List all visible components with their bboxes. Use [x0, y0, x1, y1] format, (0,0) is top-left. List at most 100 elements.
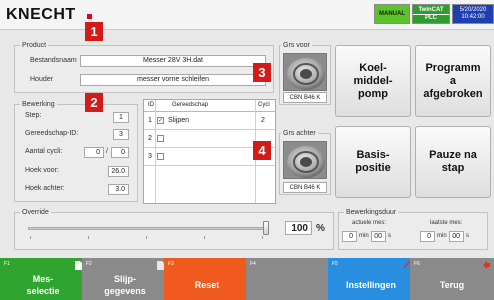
datetime-badge: 5/20/2020 10:42:00: [452, 4, 494, 24]
back-wheel-panel[interactable]: Grs achter CBN B46 K: [279, 130, 331, 195]
program-aborted-button[interactable]: Programm a afgebroken: [415, 45, 491, 117]
document-icon: [75, 261, 82, 270]
back-arrow-icon: [483, 261, 490, 269]
current-sec-unit: s: [388, 233, 391, 239]
f6-back-button[interactable]: F6 Terug: [410, 258, 494, 300]
document-icon: [157, 261, 164, 270]
file-label: Bestandsnaam: [30, 57, 77, 64]
holder-label: Houder: [30, 76, 53, 83]
step-field[interactable]: 1: [113, 112, 129, 123]
row-checkbox[interactable]: [157, 153, 164, 160]
twincat-plc-badge: TwinCAT PLC: [412, 4, 450, 24]
annotation-marker-3: 3: [253, 63, 271, 82]
fkey-label: Instellingen: [345, 280, 396, 290]
override-title: Override: [20, 209, 51, 216]
date-text: 5/20/2020: [459, 7, 487, 13]
top-bar: KNECHT MANUAL TwinCAT PLC 5/20/2020 10:4…: [0, 0, 494, 30]
grinding-wheel-icon: [283, 141, 327, 179]
fkey-number: F3: [168, 261, 174, 267]
col-tool-header: Gereedschap: [172, 102, 209, 108]
slider-tick: [88, 236, 89, 239]
row-id: 2: [148, 135, 152, 142]
back-wheel-title: Grs achter: [281, 130, 318, 137]
override-value-field[interactable]: 100: [285, 221, 312, 235]
twincat-label: TwinCAT: [418, 6, 444, 13]
col-id-header: ID: [148, 102, 154, 108]
fkey-number: F2: [86, 261, 92, 267]
slider-tick: [262, 236, 263, 239]
row-cycles: 2: [261, 117, 265, 124]
pause-after-step-button[interactable]: Pauze na stap: [415, 126, 491, 198]
fkey-label: Reset: [194, 280, 220, 290]
holder-field[interactable]: messer vorne schleifen: [80, 74, 266, 86]
current-duration-label: actuele mes:: [352, 220, 387, 226]
duration-title: Bewerkingsduur: [344, 209, 399, 216]
cycles-separator: /: [106, 148, 108, 155]
cycles-done-field[interactable]: 0: [84, 147, 104, 158]
duration-panel: Bewerkingsduur: [338, 209, 488, 250]
row-checkbox[interactable]: [157, 135, 164, 142]
annotation-marker-4: 4: [253, 141, 271, 160]
angle-back-field[interactable]: 3.0: [108, 184, 129, 195]
angle-front-label: Hoek voor:: [25, 167, 59, 174]
front-wheel-caption: CBN B46 K: [283, 92, 327, 103]
front-wheel-panel[interactable]: Grs voor CBN B46 K: [279, 42, 331, 105]
row-id: 1: [148, 117, 152, 124]
mode-badge: MANUAL: [374, 4, 410, 24]
current-min-field: 0: [342, 231, 357, 242]
f5-settings-button[interactable]: F5 Instellingen: [328, 258, 414, 300]
slider-tick: [146, 236, 147, 239]
tool-id-field[interactable]: 3: [113, 129, 129, 140]
fkey-number: F4: [250, 261, 256, 267]
cycles-label: Aantal cycli:: [25, 148, 63, 155]
plc-label: PLC: [413, 13, 449, 22]
row-id: 3: [148, 153, 152, 160]
override-slider-thumb[interactable]: [263, 221, 269, 235]
coolant-pump-button[interactable]: Koel- middel- pomp: [335, 45, 411, 117]
override-slider-track[interactable]: [28, 227, 268, 230]
fkey-number: F6: [414, 261, 420, 267]
slider-tick: [30, 236, 31, 239]
home-position-button[interactable]: Basis- positie: [335, 126, 411, 198]
grinding-wheel-icon: [283, 53, 327, 91]
current-min-unit: min: [359, 233, 369, 239]
last-min-field: 0: [420, 231, 435, 242]
fkey-number: F1: [4, 261, 10, 267]
current-sec-field: 00: [371, 231, 386, 242]
f1-knife-selection-button[interactable]: F1 Mes- selectie: [0, 258, 86, 300]
product-title: Product: [20, 42, 49, 49]
back-wheel-caption: CBN B46 K: [283, 182, 327, 193]
override-unit: %: [316, 223, 325, 234]
function-key-bar: F1 Mes- selectie F2 Slijp- gegevens F3 R…: [0, 258, 494, 300]
time-text: 10:42:00: [461, 14, 485, 20]
col-cycles-header: Cycl: [258, 102, 270, 108]
f4-empty-button[interactable]: F4: [246, 258, 332, 300]
fkey-label: Mes- selectie: [26, 274, 60, 296]
row-checkbox[interactable]: ✓: [157, 117, 164, 124]
last-sec-field: 00: [449, 231, 464, 242]
annotation-marker-1: 1: [85, 22, 103, 41]
table-row[interactable]: 1 ✓ Slijpen 2: [144, 113, 275, 130]
annotation-marker-2: 2: [85, 93, 103, 112]
last-duration-label: laatste mes:: [430, 220, 463, 226]
fkey-label: Slijp- gegevens: [104, 274, 146, 296]
pencil-icon: [403, 261, 410, 269]
angle-front-field[interactable]: 26.0: [108, 166, 129, 177]
bewerking-title: Bewerking: [20, 101, 57, 108]
row-tool-name: Slijpen: [168, 117, 190, 124]
logo-red-dot: [87, 14, 92, 19]
front-wheel-title: Grs voor: [281, 42, 312, 49]
last-min-unit: min: [437, 233, 447, 239]
angle-back-label: Hoek achter:: [25, 185, 65, 192]
file-field[interactable]: Messer 28V 3H.dat: [80, 55, 266, 67]
step-label: Step:: [25, 112, 42, 119]
last-sec-unit: s: [466, 233, 469, 239]
fkey-label: Terug: [439, 280, 465, 290]
tool-id-label: Gereedschap-ID:: [25, 130, 79, 137]
knecht-logo: KNECHT: [6, 6, 76, 23]
f3-reset-button[interactable]: F3 Reset: [164, 258, 250, 300]
slider-tick: [204, 236, 205, 239]
fkey-number: F5: [332, 261, 338, 267]
cycles-total-field[interactable]: 0: [111, 147, 129, 158]
f2-grinding-data-button[interactable]: F2 Slijp- gegevens: [82, 258, 168, 300]
